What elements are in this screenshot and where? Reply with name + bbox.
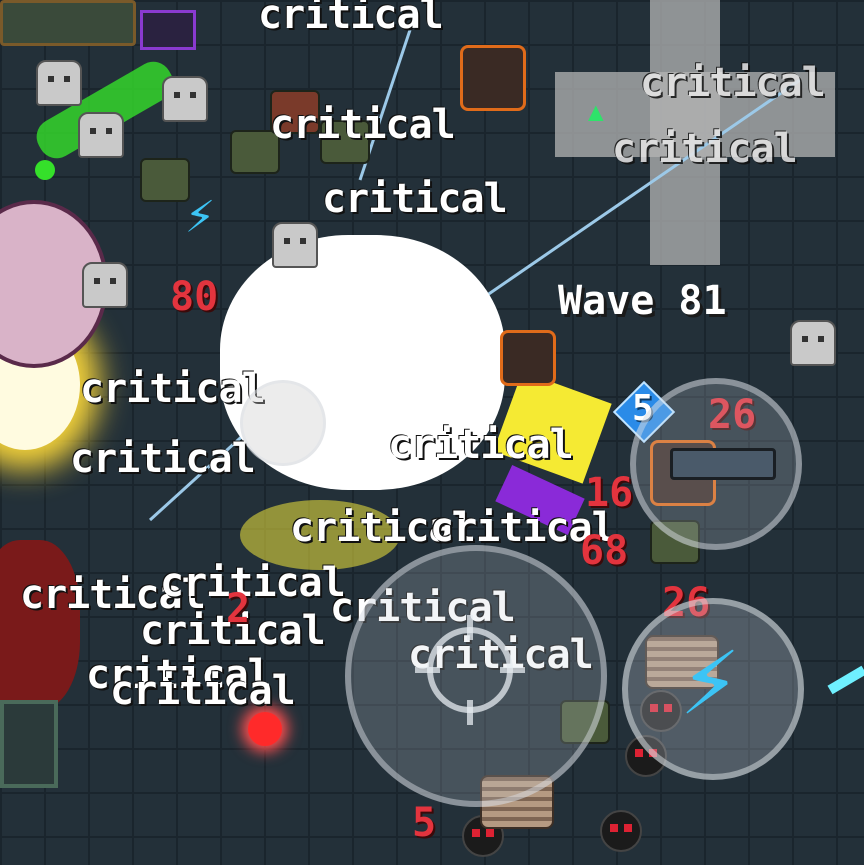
ghost-enemy [790,320,836,366]
green-orb-projectile [35,160,55,180]
ghost-enemy [82,262,128,308]
damage-number: 68 [580,528,629,574]
damage-number: 16 [585,470,634,516]
lightning-bolt-icon: ⚡ [680,621,741,738]
character-ring [240,380,326,466]
critical-text: critical [70,436,256,482]
crosshair-icon [415,615,525,725]
damage-number: 5 [412,800,437,846]
demon-enemy [460,45,526,111]
critical-text: critical [80,366,266,412]
damage-number: 2 [226,586,251,632]
critical-text: critical [612,126,798,172]
red-orb-projectile [248,712,282,746]
critical-text: critical [258,0,444,38]
bomb-enemy [600,810,642,852]
wall-block [0,700,58,788]
critical-text: critical [270,102,456,148]
ghost-enemy [272,222,318,268]
ghost-enemy [78,112,124,158]
gun-icon [670,448,776,480]
goblin-enemy [140,158,190,202]
critical-text: critical [640,60,826,106]
lightning-pickup-icon: ⚡ [185,186,216,244]
red-blob-enemy [0,540,80,710]
critical-text: critical [110,668,296,714]
demon-enemy [500,330,556,386]
wave-counter: Wave 81 [558,278,727,324]
critical-text: critical [388,422,574,468]
damage-number: 80 [170,274,219,320]
ghost-enemy [162,76,208,122]
ghost-enemy [36,60,82,106]
critical-text: critical [322,176,508,222]
critical-text: critical [160,560,346,606]
